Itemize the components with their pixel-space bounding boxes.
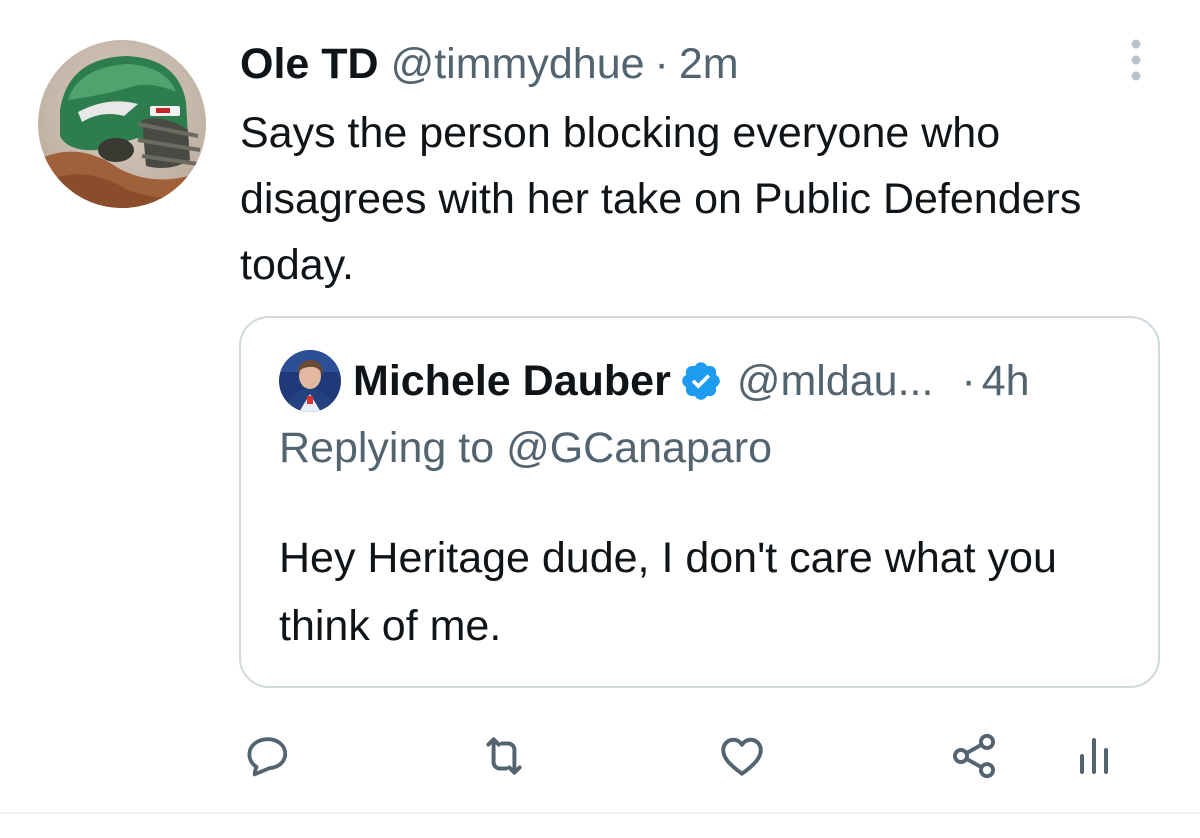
like-button[interactable] (714, 728, 770, 784)
quoted-tweet-card[interactable]: Michele Dauber @mldau... · 4h Replying t… (239, 316, 1160, 688)
share-button[interactable] (946, 728, 1002, 784)
more-options-icon[interactable] (1118, 38, 1154, 82)
tweet-text: Says the person blocking everyone who di… (240, 109, 1082, 289)
author-handle[interactable]: @timmydhue (391, 40, 645, 89)
reply-button[interactable] (240, 728, 296, 784)
verified-badge-icon (682, 362, 720, 400)
replying-to-label[interactable]: Replying to @GCanaparo (279, 424, 772, 473)
person-portrait-icon (279, 350, 341, 412)
author-display-name[interactable]: Ole TD (240, 40, 379, 89)
quoted-tweet-header: Michele Dauber @mldau... · 4h (279, 348, 1030, 414)
retweet-icon (486, 737, 522, 775)
share-icon (952, 733, 996, 779)
analytics-icon (1080, 738, 1108, 774)
analytics-button[interactable] (1066, 728, 1122, 784)
quoted-tweet-text: Hey Heritage dude, I don't care what you… (279, 534, 1057, 650)
retweet-button[interactable] (476, 728, 532, 784)
like-icon (721, 737, 763, 776)
football-helmet-avatar (38, 40, 206, 208)
tweet[interactable]: Ole TD @timmydhue · 2m Says the person b… (0, 0, 1200, 838)
author-avatar[interactable] (38, 40, 206, 208)
tweet-header: Ole TD @timmydhue · 2m (240, 36, 739, 92)
quoted-author-display-name[interactable]: Michele Dauber (353, 357, 671, 406)
separator-dot: · (961, 356, 976, 405)
reply-icon (247, 737, 288, 777)
quoted-author-handle[interactable]: @mldau... (737, 357, 934, 406)
quoted-author-avatar[interactable] (279, 350, 341, 412)
separator-dot: · (654, 39, 669, 88)
quoted-tweet-timestamp[interactable]: 4h (982, 357, 1030, 406)
tweet-timestamp[interactable]: 2m (679, 40, 739, 89)
tweet-divider (0, 812, 1200, 814)
